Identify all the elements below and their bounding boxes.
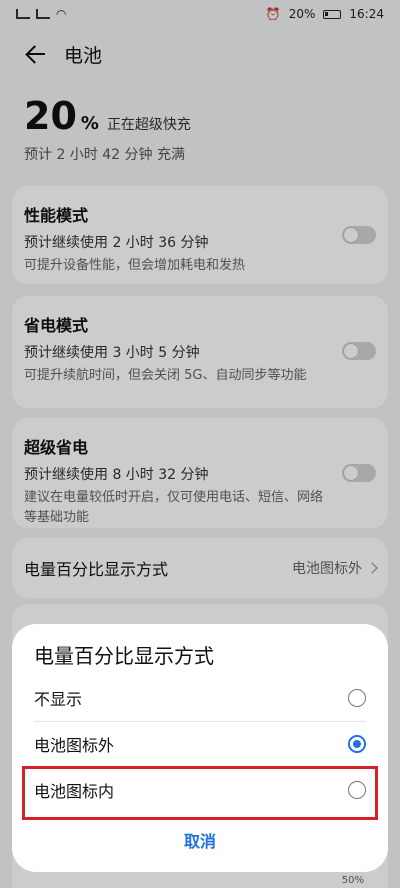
cancel-button[interactable]: 取消	[12, 824, 388, 856]
option-hide[interactable]: 不显示	[24, 676, 376, 720]
radio-selected-icon[interactable]	[348, 735, 366, 753]
option-label: 电池图标外	[34, 736, 115, 755]
highlight-annotation-box	[22, 766, 378, 820]
radio-unselected-icon[interactable]	[348, 689, 366, 707]
option-label: 不显示	[34, 690, 83, 709]
option-outside-icon[interactable]: 电池图标外	[24, 722, 376, 766]
dialog-title: 电量百分比显示方式	[34, 644, 214, 668]
percent-display-dialog: 电量百分比显示方式 不显示 电池图标外 电池图标内 取消	[12, 624, 388, 872]
